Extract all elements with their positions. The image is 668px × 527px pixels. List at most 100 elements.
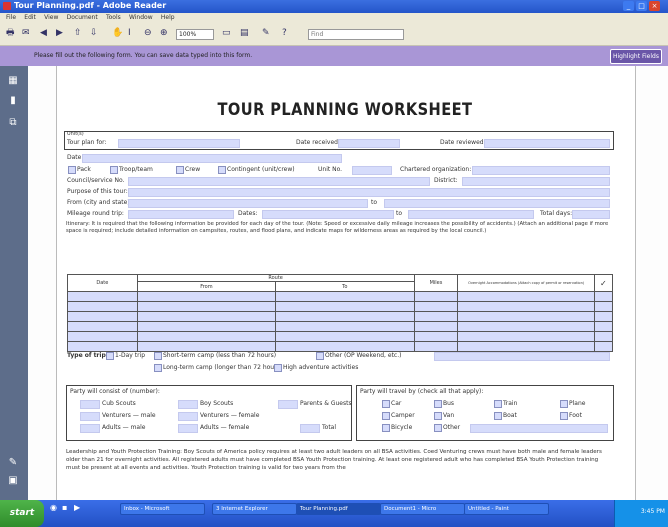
table-cell[interactable]	[413, 331, 459, 342]
table-cell[interactable]	[67, 331, 138, 342]
purpose-field[interactable]	[128, 188, 610, 197]
from-field[interactable]	[128, 199, 368, 208]
table-cell[interactable]	[413, 301, 459, 312]
table-cell[interactable]	[593, 331, 614, 342]
table-cell[interactable]	[413, 321, 459, 332]
select-tool-icon[interactable]: I	[128, 27, 131, 40]
contingent-checkbox[interactable]	[218, 166, 226, 174]
email-icon[interactable]: ✉	[22, 27, 30, 40]
total-field[interactable]	[300, 424, 320, 433]
hand-tool-icon[interactable]: ✋	[112, 27, 123, 40]
table-cell[interactable]	[67, 291, 138, 302]
council-field[interactable]	[128, 177, 430, 186]
attachments-icon[interactable]: ⧉	[8, 118, 18, 128]
car-checkbox[interactable]	[382, 400, 390, 408]
table-cell[interactable]	[413, 311, 459, 322]
find-input[interactable]: Find	[308, 29, 404, 40]
van-checkbox[interactable]	[434, 412, 442, 420]
menu-help[interactable]: Help	[161, 14, 175, 21]
train-checkbox[interactable]	[494, 400, 502, 408]
print-icon[interactable]: 🖶	[6, 27, 15, 40]
crew-checkbox[interactable]	[176, 166, 184, 174]
menu-view[interactable]: View	[44, 14, 58, 21]
table-cell[interactable]	[457, 341, 595, 352]
menu-edit[interactable]: Edit	[24, 14, 36, 21]
window-title-bar[interactable]: Tour Planning.pdf - Adobe Reader _ □ ×	[0, 0, 668, 13]
table-cell[interactable]	[593, 321, 614, 332]
table-cell[interactable]	[136, 331, 277, 342]
total-days-field[interactable]	[572, 210, 610, 219]
troop-checkbox[interactable]	[110, 166, 118, 174]
table-cell[interactable]	[593, 291, 614, 302]
zoom-out-icon[interactable]: ⊖	[144, 27, 152, 40]
table-cell[interactable]	[275, 321, 415, 332]
to-field[interactable]	[384, 199, 610, 208]
zoom-level-field[interactable]: 100%	[176, 29, 214, 40]
long-term-checkbox[interactable]	[154, 364, 162, 372]
pages-icon[interactable]: ▦	[8, 76, 18, 86]
table-cell[interactable]	[593, 301, 614, 312]
table-cell[interactable]	[457, 311, 595, 322]
cub-scouts-field[interactable]	[80, 400, 100, 409]
page-up-icon[interactable]: ⇧	[74, 27, 82, 40]
fit-width-icon[interactable]: ▤	[240, 27, 249, 40]
task-button[interactable]: Untitled - Paint	[464, 503, 549, 515]
zoom-in-icon[interactable]: ⊕	[160, 27, 168, 40]
sign-icon[interactable]: ✎	[262, 27, 270, 40]
venturers-female-field[interactable]	[178, 412, 198, 421]
table-cell[interactable]	[457, 321, 595, 332]
short-term-checkbox[interactable]	[154, 352, 162, 360]
foot-checkbox[interactable]	[560, 412, 568, 420]
table-cell[interactable]	[457, 291, 595, 302]
pack-checkbox[interactable]	[68, 166, 76, 174]
table-cell[interactable]	[593, 341, 614, 352]
quick-launch-desktop-icon[interactable]: ▪	[62, 501, 67, 514]
other-travel-field[interactable]	[470, 424, 608, 433]
fit-page-icon[interactable]: ▭	[222, 27, 231, 40]
close-button[interactable]: ×	[649, 1, 660, 11]
date-received-field[interactable]	[338, 139, 400, 148]
table-cell[interactable]	[136, 291, 277, 302]
day-trip-checkbox[interactable]	[106, 352, 114, 360]
unit-no-field[interactable]	[352, 166, 392, 175]
table-cell[interactable]	[67, 311, 138, 322]
table-cell[interactable]	[136, 311, 277, 322]
page-down-icon[interactable]: ⇩	[90, 27, 98, 40]
tour-plan-for-field[interactable]	[118, 139, 240, 148]
signatures-icon[interactable]: ▣	[8, 476, 18, 486]
boat-checkbox[interactable]	[494, 412, 502, 420]
date-field[interactable]	[82, 154, 342, 163]
other-trip-field[interactable]	[434, 352, 610, 361]
table-cell[interactable]	[457, 301, 595, 312]
bus-checkbox[interactable]	[434, 400, 442, 408]
menu-window[interactable]: Window	[129, 14, 153, 21]
date-reviewed-field[interactable]	[484, 139, 610, 148]
start-button[interactable]: start	[0, 500, 44, 527]
other-travel-checkbox[interactable]	[434, 424, 442, 432]
table-cell[interactable]	[275, 331, 415, 342]
task-button-active[interactable]: Tour Planning.pdf	[296, 503, 381, 515]
highlight-fields-button[interactable]: Highlight Fields	[610, 49, 662, 64]
table-cell[interactable]	[593, 311, 614, 322]
table-cell[interactable]	[275, 291, 415, 302]
quick-launch-media-icon[interactable]: ▶	[74, 501, 80, 514]
chartered-org-field[interactable]	[472, 166, 610, 175]
task-button[interactable]: 3 Internet Explorer	[212, 503, 297, 515]
adults-female-field[interactable]	[178, 424, 198, 433]
other-trip-checkbox[interactable]	[316, 352, 324, 360]
forward-icon[interactable]: ▶	[56, 27, 63, 40]
table-cell[interactable]	[275, 301, 415, 312]
bicycle-checkbox[interactable]	[382, 424, 390, 432]
table-cell[interactable]	[136, 341, 277, 352]
comment-icon[interactable]: ✎	[8, 458, 18, 468]
boy-scouts-field[interactable]	[178, 400, 198, 409]
back-icon[interactable]: ◀	[40, 27, 47, 40]
table-cell[interactable]	[67, 321, 138, 332]
parents-field[interactable]	[278, 400, 298, 409]
table-cell[interactable]	[275, 341, 415, 352]
mileage-field[interactable]	[128, 210, 234, 219]
table-cell[interactable]	[67, 341, 138, 352]
table-cell[interactable]	[413, 291, 459, 302]
table-cell[interactable]	[136, 321, 277, 332]
table-cell[interactable]	[275, 311, 415, 322]
